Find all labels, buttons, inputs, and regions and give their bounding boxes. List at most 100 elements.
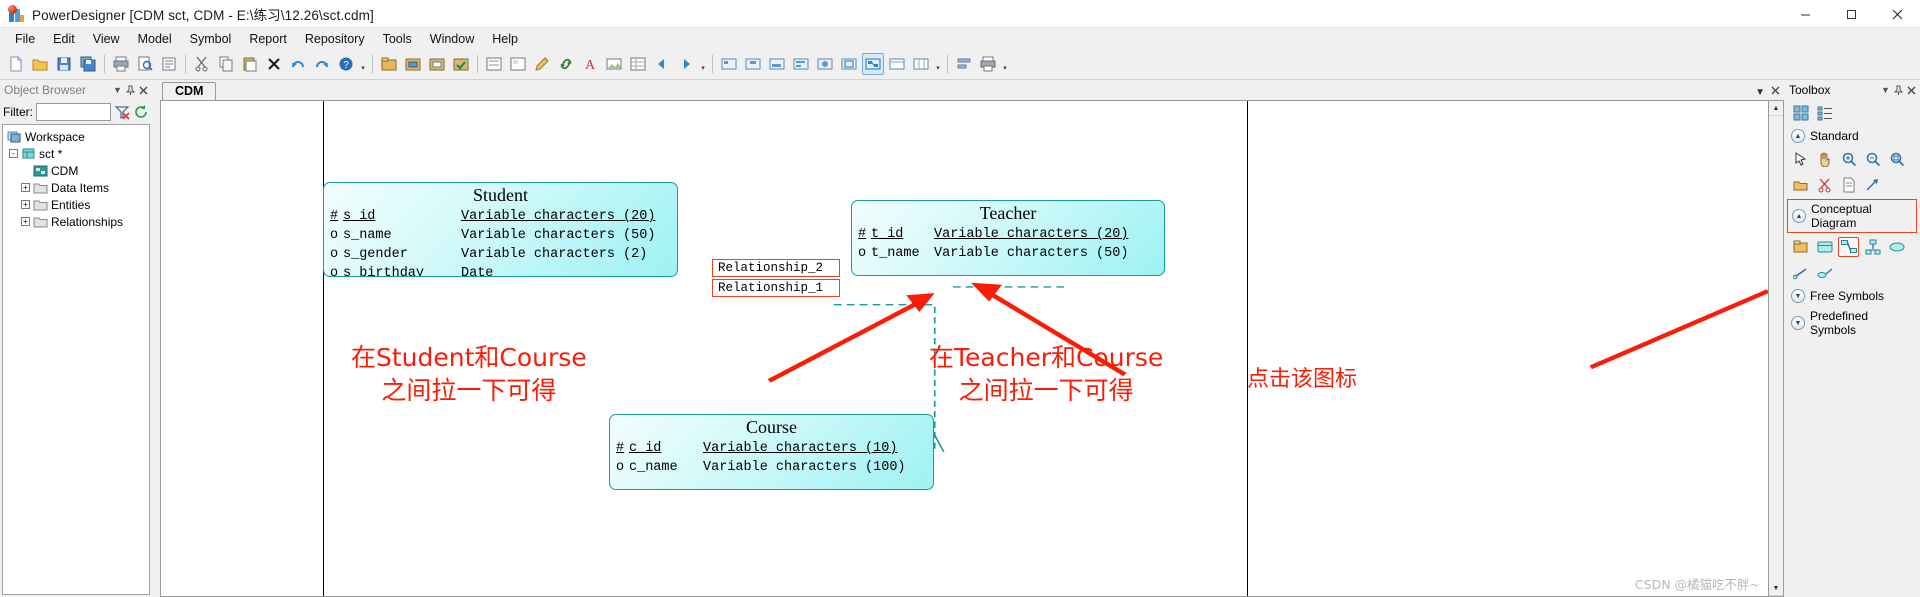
grid-icon[interactable] — [627, 53, 649, 75]
link-icon[interactable] — [555, 53, 577, 75]
properties-icon[interactable] — [158, 53, 180, 75]
cut-icon[interactable] — [191, 53, 213, 75]
open-icon[interactable] — [29, 53, 51, 75]
tree-node-relationships[interactable]: + Relationships — [5, 213, 147, 230]
save-all-icon[interactable] — [77, 53, 99, 75]
close-icon[interactable] — [137, 83, 150, 97]
menu-symbol[interactable]: Symbol — [181, 30, 241, 48]
view9-icon[interactable] — [910, 53, 932, 75]
view2-icon[interactable] — [742, 53, 764, 75]
open-package-icon[interactable] — [1790, 175, 1811, 195]
view3-icon[interactable] — [766, 53, 788, 75]
pin-icon[interactable] — [1892, 83, 1905, 97]
chevron-up-icon[interactable]: ▲ — [1792, 209, 1806, 223]
link-arrow-icon[interactable] — [1862, 175, 1883, 195]
menu-window[interactable]: Window — [421, 30, 483, 48]
redo-icon[interactable] — [311, 53, 333, 75]
tab-cdm[interactable]: CDM — [162, 82, 217, 100]
tree-node-sct[interactable]: - sct * — [5, 145, 147, 162]
link-tool-icon[interactable] — [1790, 263, 1811, 283]
view1-icon[interactable] — [718, 53, 740, 75]
arrow-left-icon[interactable] — [651, 53, 673, 75]
pin-icon[interactable] — [124, 83, 137, 97]
chevron-down-icon[interactable]: ▼ — [1755, 87, 1765, 98]
entity-attribute[interactable]: # t_id Variable characters (20) — [852, 225, 1164, 244]
close-button[interactable] — [1874, 0, 1920, 28]
scroll-track[interactable] — [1769, 116, 1783, 581]
chevron-up-icon[interactable]: ▲ — [1791, 129, 1805, 143]
menu-model[interactable]: Model — [129, 30, 181, 48]
check-model-icon[interactable] — [450, 53, 472, 75]
maximize-button[interactable] — [1828, 0, 1874, 28]
entity-attribute[interactable]: o s_birthday Date — [324, 264, 677, 276]
toolbox-group-standard[interactable]: ▲ Standard — [1787, 127, 1917, 145]
zoom-icon[interactable] — [507, 53, 529, 75]
tree-node-entities[interactable]: + Entities — [5, 196, 147, 213]
package-icon[interactable] — [378, 53, 400, 75]
relationship-tool-icon[interactable] — [1838, 237, 1859, 257]
relationship-label-2[interactable]: Relationship_2 — [712, 259, 840, 277]
clear-filter-icon[interactable] — [114, 104, 130, 120]
menu-repository[interactable]: Repository — [296, 30, 374, 48]
menu-report[interactable]: Report — [240, 30, 296, 48]
entity-attribute[interactable]: # s_id Variable characters (20) — [324, 207, 677, 226]
package-tool-icon[interactable] — [1790, 237, 1811, 257]
menu-view[interactable]: View — [84, 30, 129, 48]
palette-list-icon[interactable] — [1814, 103, 1835, 123]
assoc-link-tool-icon[interactable] — [1814, 263, 1835, 283]
close-icon[interactable] — [1905, 83, 1918, 97]
filter-input[interactable] — [36, 103, 111, 121]
paste-icon[interactable] — [239, 53, 261, 75]
toolbox-group-free-symbols[interactable]: ▼ Free Symbols — [1787, 287, 1917, 305]
diagram-canvas[interactable]: Student # s_id Variable characters (20) … — [160, 100, 1769, 597]
align-icon[interactable] — [953, 53, 975, 75]
association-tool-icon[interactable] — [1886, 237, 1907, 257]
view6-icon[interactable] — [838, 53, 860, 75]
new-icon[interactable] — [5, 53, 27, 75]
tree-expander[interactable]: + — [21, 200, 30, 209]
toolbar-overflow-3[interactable]: ▾ — [933, 53, 943, 75]
help-icon[interactable]: ? — [335, 53, 357, 75]
text-icon[interactable]: A — [579, 53, 601, 75]
entity-attribute[interactable]: o t_name Variable characters (50) — [852, 244, 1164, 263]
inheritance-tool-icon[interactable] — [1862, 237, 1883, 257]
pencil-icon[interactable] — [531, 53, 553, 75]
entity-attribute[interactable]: o s_name Variable characters (50) — [324, 226, 677, 245]
pointer-icon[interactable] — [1790, 149, 1811, 169]
toolbar-overflow-1[interactable]: ▾ — [358, 53, 368, 75]
relationship-label-1[interactable]: Relationship_1 — [712, 279, 840, 297]
display-preferences-icon[interactable] — [483, 53, 505, 75]
save-icon[interactable] — [53, 53, 75, 75]
tree-node-data-items[interactable]: + Data Items — [5, 179, 147, 196]
entity-attribute[interactable]: o s_gender Variable characters (2) — [324, 245, 677, 264]
refresh-icon[interactable] — [133, 104, 149, 120]
zoom-out-icon[interactable] — [1862, 149, 1883, 169]
undo-icon[interactable] — [287, 53, 309, 75]
view7-icon[interactable] — [862, 53, 884, 75]
menu-file[interactable]: File — [6, 30, 44, 48]
tree-expander[interactable]: + — [21, 217, 30, 226]
note-icon[interactable] — [1838, 175, 1859, 195]
hand-icon[interactable] — [1814, 149, 1835, 169]
chevron-down-icon[interactable]: ▼ — [1879, 83, 1892, 97]
view4-icon[interactable] — [790, 53, 812, 75]
view5-icon[interactable] — [814, 53, 836, 75]
toolbar-overflow-2[interactable]: ▾ — [698, 53, 708, 75]
delete-icon[interactable] — [263, 53, 285, 75]
tree-expander[interactable]: + — [21, 183, 30, 192]
entity-attribute[interactable]: # c_id Variable characters (10) — [610, 439, 933, 458]
object-tree[interactable]: Workspace - sct * CDM + Data Items + Ent… — [2, 124, 150, 595]
chevron-down-icon[interactable]: ▼ — [111, 83, 124, 97]
toolbox-group-predefined-symbols[interactable]: ▼ Predefined Symbols — [1787, 307, 1917, 339]
zoom-fit-icon[interactable] — [1886, 149, 1907, 169]
chevron-down-icon[interactable]: ▼ — [1791, 316, 1805, 330]
view8-icon[interactable] — [886, 53, 908, 75]
menu-tools[interactable]: Tools — [374, 30, 421, 48]
canvas-vertical-scrollbar[interactable]: ▲ ▼ — [1769, 100, 1784, 597]
entity-teacher[interactable]: Teacher # t_id Variable characters (20) … — [851, 200, 1165, 276]
print-icon[interactable] — [110, 53, 132, 75]
toolbar-overflow-4[interactable]: ▾ — [1000, 53, 1010, 75]
arrow-right-icon[interactable] — [675, 53, 697, 75]
chevron-down-icon[interactable]: ▼ — [1791, 289, 1805, 303]
scissors-icon[interactable] — [1814, 175, 1835, 195]
